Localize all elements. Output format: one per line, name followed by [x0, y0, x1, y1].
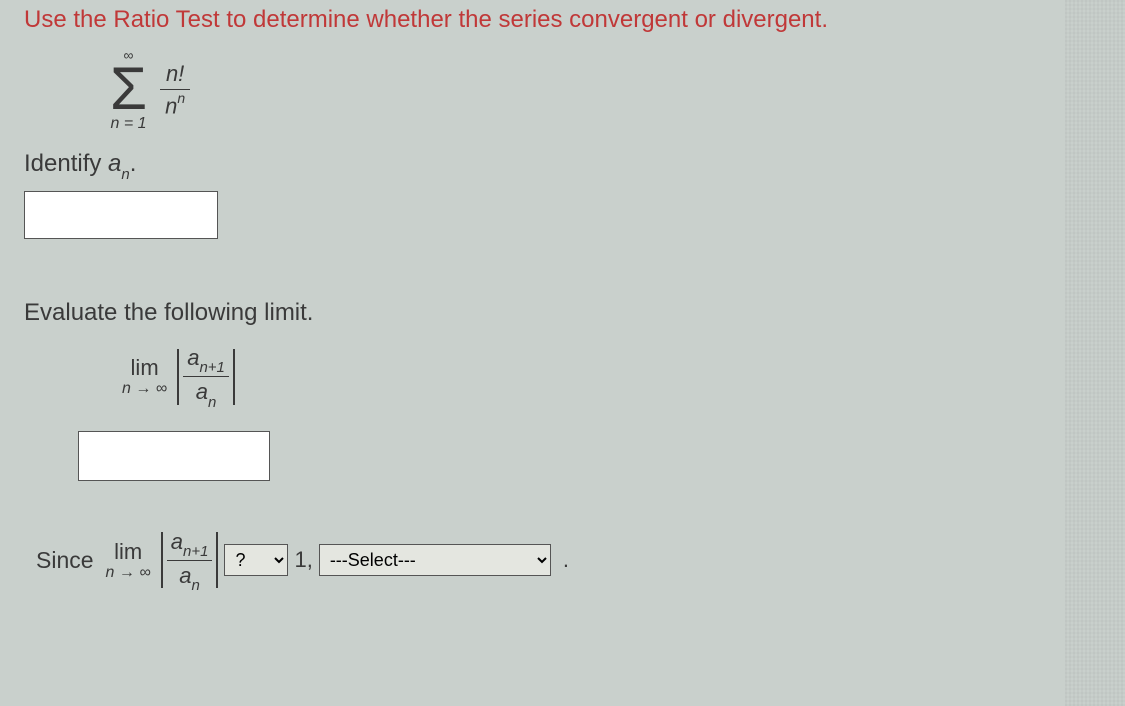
lim-text: lim	[122, 356, 167, 380]
evaluate-prompt: Evaluate the following limit.	[24, 299, 1101, 327]
ratio-fraction-2: an+1 an	[167, 529, 213, 593]
ratio-num-sub: n+1	[199, 359, 224, 376]
ratio-den-a-2: a	[179, 563, 191, 588]
conclusion-select[interactable]: ---Select---	[319, 544, 551, 576]
comparison-select[interactable]: ?	[224, 544, 288, 576]
conclusion-row: Since lim n → ∞ an+1 an ? 1, ---Select--…	[36, 529, 1101, 593]
lim-approach-2: n → ∞	[106, 564, 151, 582]
sigma-block: ∞ Σ n = 1	[110, 48, 147, 132]
ratio-den-a: a	[196, 379, 208, 404]
sum-lower-limit: n = 1	[110, 116, 147, 132]
ratio-den-sub: n	[208, 394, 216, 411]
identify-post: .	[130, 150, 137, 177]
lim-operator: lim n → ∞	[122, 356, 167, 398]
limit-value-input[interactable]	[78, 431, 270, 481]
abs-bar-left-2	[161, 532, 163, 588]
ratio-num-a: a	[187, 345, 199, 370]
identify-pre: Identify	[24, 150, 108, 177]
ratio-num-a-2: a	[171, 529, 183, 554]
ratio-denominator: an	[192, 377, 221, 408]
abs-bar-left	[177, 349, 179, 405]
term-denominator: nn	[159, 90, 191, 119]
lim-operator-2: lim n → ∞	[106, 540, 151, 582]
identify-sub: n	[121, 166, 129, 183]
abs-bar-right	[233, 349, 235, 405]
term-numerator: n!	[160, 61, 190, 90]
lim-text-2: lim	[106, 540, 151, 564]
identify-var: a	[108, 150, 121, 177]
lim-approach: n → ∞	[122, 380, 167, 398]
absolute-value-wrap: an+1 an	[177, 345, 235, 409]
ratio-numerator-2: an+1	[167, 529, 213, 561]
ratio-numerator: an+1	[183, 345, 229, 377]
absolute-value-wrap-2: an+1 an	[161, 529, 219, 593]
series-expression: ∞ Σ n = 1 n! nn	[110, 48, 1101, 132]
problem-instruction: Use the Ratio Test to determine whether …	[24, 6, 1101, 34]
one-label: 1,	[294, 547, 312, 573]
series-term-fraction: n! nn	[159, 61, 191, 119]
abs-bar-right-2	[216, 532, 218, 588]
ratio-den-sub-2: n	[192, 577, 200, 594]
limit-expression: lim n → ∞ an+1 an	[122, 345, 1101, 409]
since-label: Since	[36, 547, 94, 574]
identify-an-input[interactable]	[24, 191, 218, 239]
sigma-icon: Σ	[110, 62, 147, 116]
denom-base: n	[165, 93, 177, 118]
ratio-fraction: an+1 an	[183, 345, 229, 409]
ratio-denominator-2: an	[175, 561, 204, 592]
ratio-num-sub-2: n+1	[183, 543, 208, 560]
denom-exponent: n	[177, 90, 185, 106]
identify-prompt: Identify an.	[24, 150, 1101, 181]
period: .	[563, 547, 569, 573]
